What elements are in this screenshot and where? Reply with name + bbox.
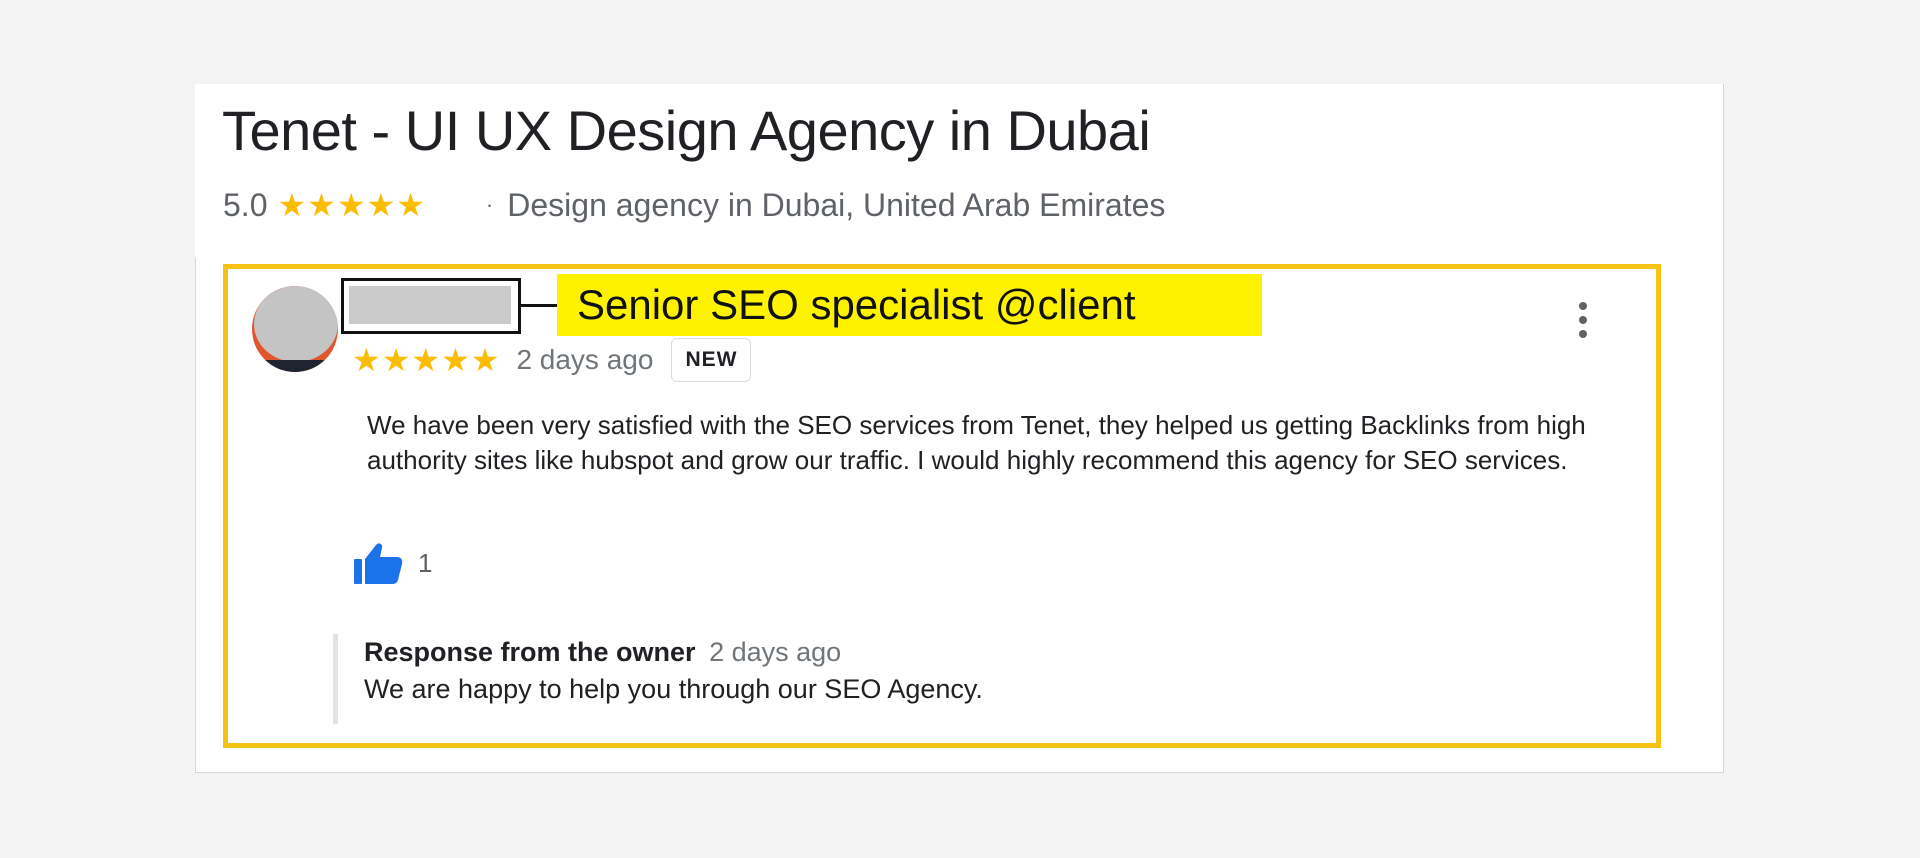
redaction-block [349, 286, 511, 324]
like-count: 1 [418, 547, 433, 578]
reviewer-annotation: Senior SEO specialist @client [557, 274, 1262, 336]
avatar-placeholder [254, 286, 338, 362]
review-stars: ★★★★★ [352, 342, 501, 378]
more-dot [1579, 316, 1587, 324]
response-text: We are happy to help you through our SEO… [364, 674, 983, 704]
business-category: Design agency in Dubai, United Arab Emir… [507, 186, 1166, 223]
review-time: 2 days ago [516, 344, 654, 375]
avatar-shadow [262, 360, 328, 372]
business-rating-stars: ★★★★★ [277, 187, 426, 223]
review-text: We have been very satisfied with the SEO… [367, 410, 1586, 475]
like-button[interactable]: 1 [352, 540, 432, 586]
annotation-connector [521, 304, 559, 307]
response-label: Response from the owner [364, 637, 696, 667]
business-summary: 5.0 ★★★★★ · Design agency in Dubai, Unit… [223, 186, 1165, 224]
more-dot [1579, 330, 1587, 338]
card-border [195, 258, 196, 772]
thumbs-up-icon [354, 543, 403, 584]
response-header: Response from the owner 2 days ago [364, 634, 983, 670]
more-vert-icon[interactable] [1576, 302, 1590, 338]
business-rating: 5.0 [223, 186, 268, 223]
review-meta: ★★★★★ 2 days ago NEW [352, 338, 752, 382]
business-title: Tenet - UI UX Design Agency in Dubai [222, 99, 1151, 162]
separator-dot: · [485, 192, 494, 217]
response-time: 2 days ago [709, 637, 842, 667]
owner-response: Response from the owner 2 days ago We ar… [333, 634, 983, 724]
avatar[interactable] [252, 286, 338, 372]
more-dot [1579, 302, 1587, 310]
new-badge: NEW [671, 338, 752, 382]
reviewer-name-redacted[interactable] [341, 278, 521, 334]
